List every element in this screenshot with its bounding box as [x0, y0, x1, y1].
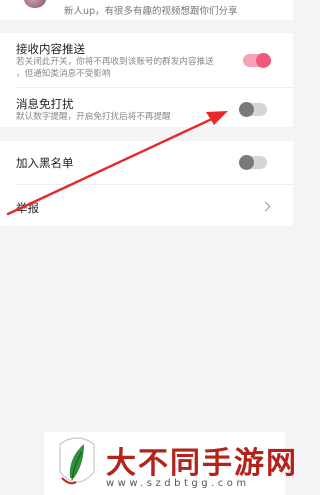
do-not-disturb-title: 消息免打扰 [16, 97, 74, 111]
watermark-banner: 大不同手游网 www.szdbtgg.com [44, 432, 296, 495]
report-row[interactable]: 举报 [0, 185, 293, 226]
do-not-disturb-desc: 默认数字提醒，开启免打扰后将不再提醒 [16, 112, 171, 122]
toggle-knob [239, 102, 254, 117]
privacy-settings-card: 加入黑名单 举报 [0, 141, 293, 226]
blacklist-title: 加入黑名单 [16, 156, 74, 170]
notification-settings-card: 接收内容推送 若关闭此开关，你将不再收到该账号的群发内容推送 ，但通知类消息不受… [0, 33, 293, 127]
leaf-logo-icon [59, 437, 95, 485]
receive-push-row: 接收内容推送 若关闭此开关，你将不再收到该账号的群发内容推送 ，但通知类消息不受… [0, 33, 293, 86]
receive-push-desc-line1: 若关闭此开关，你将不再收到该账号的群发内容推送 [16, 57, 214, 67]
watermark-title: 大不同手游网 [106, 446, 298, 481]
chevron-right-icon [260, 201, 271, 212]
profile-header: 新人up，有很多有趣的视频想跟你们分享 [0, 0, 293, 20]
profile-description: 新人up，有很多有趣的视频想跟你们分享 [64, 6, 238, 17]
blacklist-toggle[interactable] [239, 155, 267, 170]
receive-push-desc-line2: ，但通知类消息不受影响 [16, 69, 111, 79]
do-not-disturb-row: 消息免打扰 默认数字提醒，开启免打扰后将不再提醒 [0, 88, 293, 127]
receive-push-toggle[interactable] [243, 53, 271, 68]
avatar [24, 0, 46, 8]
settings-screen: 新人up，有很多有趣的视频想跟你们分享 接收内容推送 若关闭此开关，你将不再收到… [0, 0, 296, 495]
report-title: 举报 [16, 201, 39, 215]
receive-push-title: 接收内容推送 [16, 42, 85, 56]
toggle-knob [256, 53, 271, 68]
watermark-url: www.szdbtgg.com [106, 478, 250, 489]
blacklist-row: 加入黑名单 [0, 141, 293, 183]
toggle-knob [239, 155, 254, 170]
do-not-disturb-toggle[interactable] [239, 102, 267, 117]
